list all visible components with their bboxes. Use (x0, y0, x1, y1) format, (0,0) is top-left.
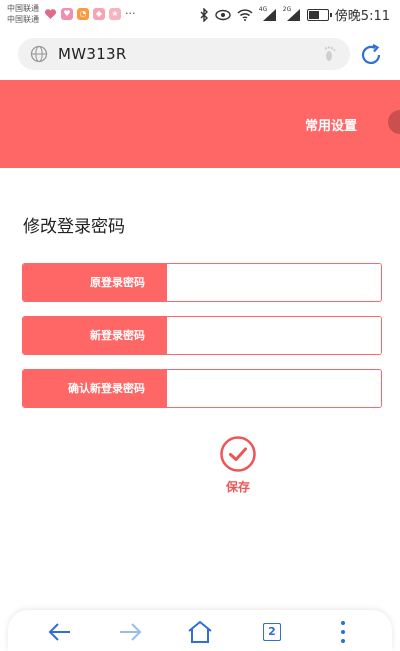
clock: 傍晚5:11 (334, 9, 390, 24)
signal-icon (286, 8, 300, 21)
confirm-password-input[interactable] (167, 370, 381, 407)
confirm-password-label: 确认新登录密码 (23, 370, 167, 407)
carrier-label-1: 中国联通 (7, 4, 39, 13)
carrier-label-2: 中国联通 (7, 15, 39, 24)
page-header: 常用设置 (0, 80, 400, 168)
old-password-label: 原登录密码 (23, 264, 167, 301)
new-password-label: 新登录密码 (23, 317, 167, 354)
browser-toolbar: MW313R (0, 30, 400, 80)
side-handle[interactable] (388, 110, 400, 134)
common-settings-link[interactable]: 常用设置 (305, 115, 357, 134)
signal-4g: 4G (259, 6, 277, 21)
bluetooth-icon (200, 7, 208, 22)
browser-page: 中国联通 中国联通 ♥ ◔ ◆ ★ ··· 4G 2G 傍晚5:11 MW313… (0, 0, 400, 651)
forward-icon[interactable] (116, 618, 144, 646)
save-label: 保存 (225, 480, 250, 494)
url-text[interactable]: MW313R (58, 45, 127, 63)
app-icon: ◆ (93, 7, 105, 20)
new-password-row: 新登录密码 (22, 316, 382, 355)
new-password-input[interactable] (167, 317, 381, 354)
weibo-icon: ◔ (77, 7, 89, 20)
check-circle-icon (220, 436, 256, 472)
confirm-password-row: 确认新登录密码 (22, 369, 382, 408)
battery-level (308, 10, 319, 19)
system-status: 4G 2G 傍晚5:11 (199, 5, 390, 24)
heart-icon (44, 8, 57, 19)
eye-icon (215, 9, 231, 20)
address-bar[interactable]: MW313R (18, 38, 350, 70)
tabs-count: 2 (263, 623, 281, 641)
battery-icon (306, 8, 332, 21)
page-title: 修改登录密码 (23, 217, 125, 237)
save-button[interactable]: 保存 (201, 436, 275, 498)
signal-icon (262, 8, 276, 21)
tabs-icon[interactable]: 2 (263, 623, 281, 641)
footprint-icon[interactable] (322, 45, 340, 63)
old-password-row: 原登录密码 (22, 263, 382, 302)
menu-icon[interactable] (329, 618, 357, 646)
browser-bottom-bar: 2 (8, 610, 392, 651)
wifi-icon (237, 8, 253, 21)
home-icon[interactable] (186, 618, 214, 646)
back-icon[interactable] (46, 618, 74, 646)
notification-icons: ♥ ◔ ◆ ★ ··· (44, 7, 136, 20)
globe-icon (30, 45, 48, 63)
app-icon: ★ (109, 7, 121, 20)
signal-2g: 2G (283, 6, 301, 21)
refresh-icon[interactable] (358, 42, 384, 68)
app-icon: ♥ (61, 7, 73, 20)
carrier-info: 中国联通 中国联通 (7, 3, 39, 25)
status-bar: 中国联通 中国联通 ♥ ◔ ◆ ★ ··· 4G 2G 傍晚5:11 (0, 0, 400, 30)
old-password-input[interactable] (167, 264, 381, 301)
more-notifications-icon: ··· (125, 7, 136, 20)
